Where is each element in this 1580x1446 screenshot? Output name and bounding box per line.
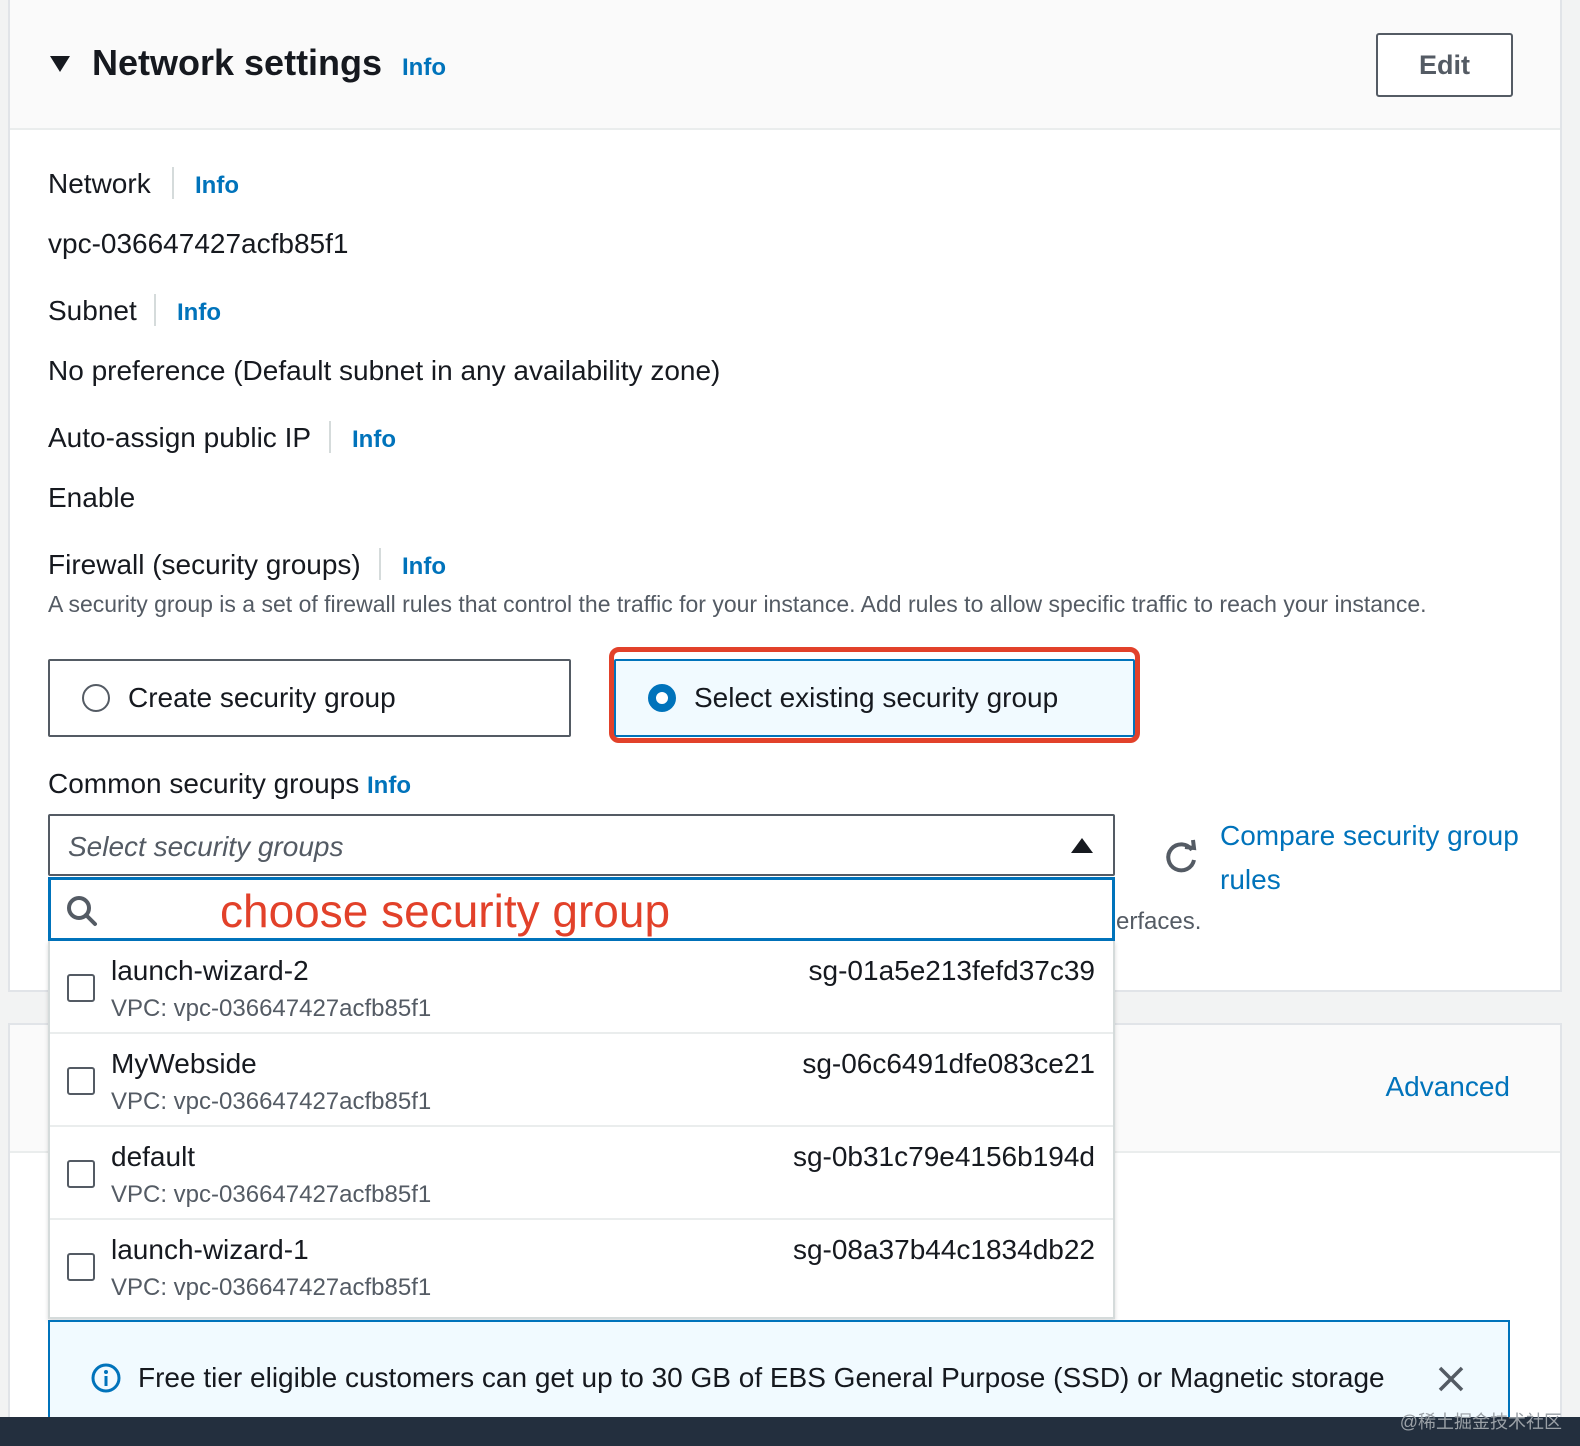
subnet-info-link[interactable]: Info [177,299,221,327]
option-group-id: sg-01a5e213fefd37c39 [808,955,1095,986]
annotation-highlight-box [609,647,1140,743]
common-security-groups-text: Common security groups [48,768,360,799]
security-groups-dropdown: launch-wizard-2 VPC: vpc-036647427acfb85… [48,941,1115,1319]
alert-message: Free tier eligible customers can get up … [138,1362,1385,1393]
label-divider [172,167,174,199]
option-group-id: sg-08a37b44c1834db22 [792,1234,1095,1265]
bottom-bar [0,1417,1580,1446]
subnet-value: No preference (Default subnet in any ava… [48,355,721,386]
refresh-icon[interactable] [1162,838,1200,876]
firewall-description: A security group is a set of firewall ru… [48,591,1427,617]
firewall-label: Firewall (security groups) [48,549,361,580]
option-name: MyWebside [111,1048,257,1079]
security-group-option[interactable]: default VPC: vpc-036647427acfb85f1 sg-0b… [50,1127,1113,1220]
common-security-groups-info-link[interactable]: Info [367,772,411,799]
search-icon [67,896,97,926]
collapse-caret-icon[interactable] [50,56,70,72]
security-group-option[interactable]: launch-wizard-2 VPC: vpc-036647427acfb85… [50,941,1113,1034]
label-divider [329,421,331,453]
network-label: Network [48,168,151,199]
info-circle-icon [91,1363,121,1393]
create-security-group-tile[interactable]: Create security group [48,659,571,737]
obscured-helper-text: erfaces. [1116,908,1202,935]
label-divider [379,548,381,580]
page: Network settings Info Edit Network Info … [0,0,1580,1446]
option-vpc: VPC: vpc-036647427acfb85f1 [111,1181,432,1208]
label-divider [154,294,156,326]
auto-ip-value: Enable [48,482,136,513]
option-checkbox[interactable] [67,1253,95,1281]
caret-up-icon [1071,838,1093,853]
option-checkbox[interactable] [67,1160,95,1188]
section-title: Network settings [92,42,383,83]
option-group-id: sg-0b31c79e4156b194d [792,1141,1095,1172]
panel-header: Network settings Info Edit [10,0,1560,130]
network-info-link[interactable]: Info [195,172,239,200]
security-groups-select[interactable]: Select security groups [48,814,1115,876]
subnet-label: Subnet [48,295,137,326]
annotation-text: choose security group [220,885,671,937]
security-group-option[interactable]: MyWebside VPC: vpc-036647427acfb85f1 sg-… [50,1034,1113,1127]
auto-ip-info-link[interactable]: Info [352,426,396,454]
security-group-option[interactable]: launch-wizard-1 VPC: vpc-036647427acfb85… [50,1220,1113,1313]
watermark-text: @稀土掘金技术社区 [1399,1412,1562,1432]
option-name: default [111,1141,196,1172]
option-checkbox[interactable] [67,1067,95,1095]
edit-button[interactable]: Edit [1376,33,1513,97]
option-group-id: sg-06c6491dfe083ce21 [802,1048,1095,1079]
select-placeholder: Select security groups [68,831,344,862]
option-name: launch-wizard-1 [111,1234,309,1265]
option-checkbox[interactable] [67,974,95,1002]
create-security-group-radio[interactable] [82,684,110,712]
firewall-info-link[interactable]: Info [402,553,446,581]
compare-security-group-rules-link[interactable]: Compare security group rules [1220,814,1520,902]
auto-ip-label: Auto-assign public IP [48,422,312,453]
close-icon[interactable] [1436,1364,1466,1394]
option-vpc: VPC: vpc-036647427acfb85f1 [111,995,432,1022]
create-security-group-label: Create security group [128,682,396,713]
common-security-groups-label: Common security groups Info [48,768,411,800]
option-name: launch-wizard-2 [111,955,309,986]
network-value: vpc-036647427acfb85f1 [48,228,349,259]
option-vpc: VPC: vpc-036647427acfb85f1 [111,1088,432,1115]
option-vpc: VPC: vpc-036647427acfb85f1 [111,1274,432,1301]
advanced-link[interactable]: Advanced [1385,1071,1510,1103]
header-info-link[interactable]: Info [402,54,446,82]
